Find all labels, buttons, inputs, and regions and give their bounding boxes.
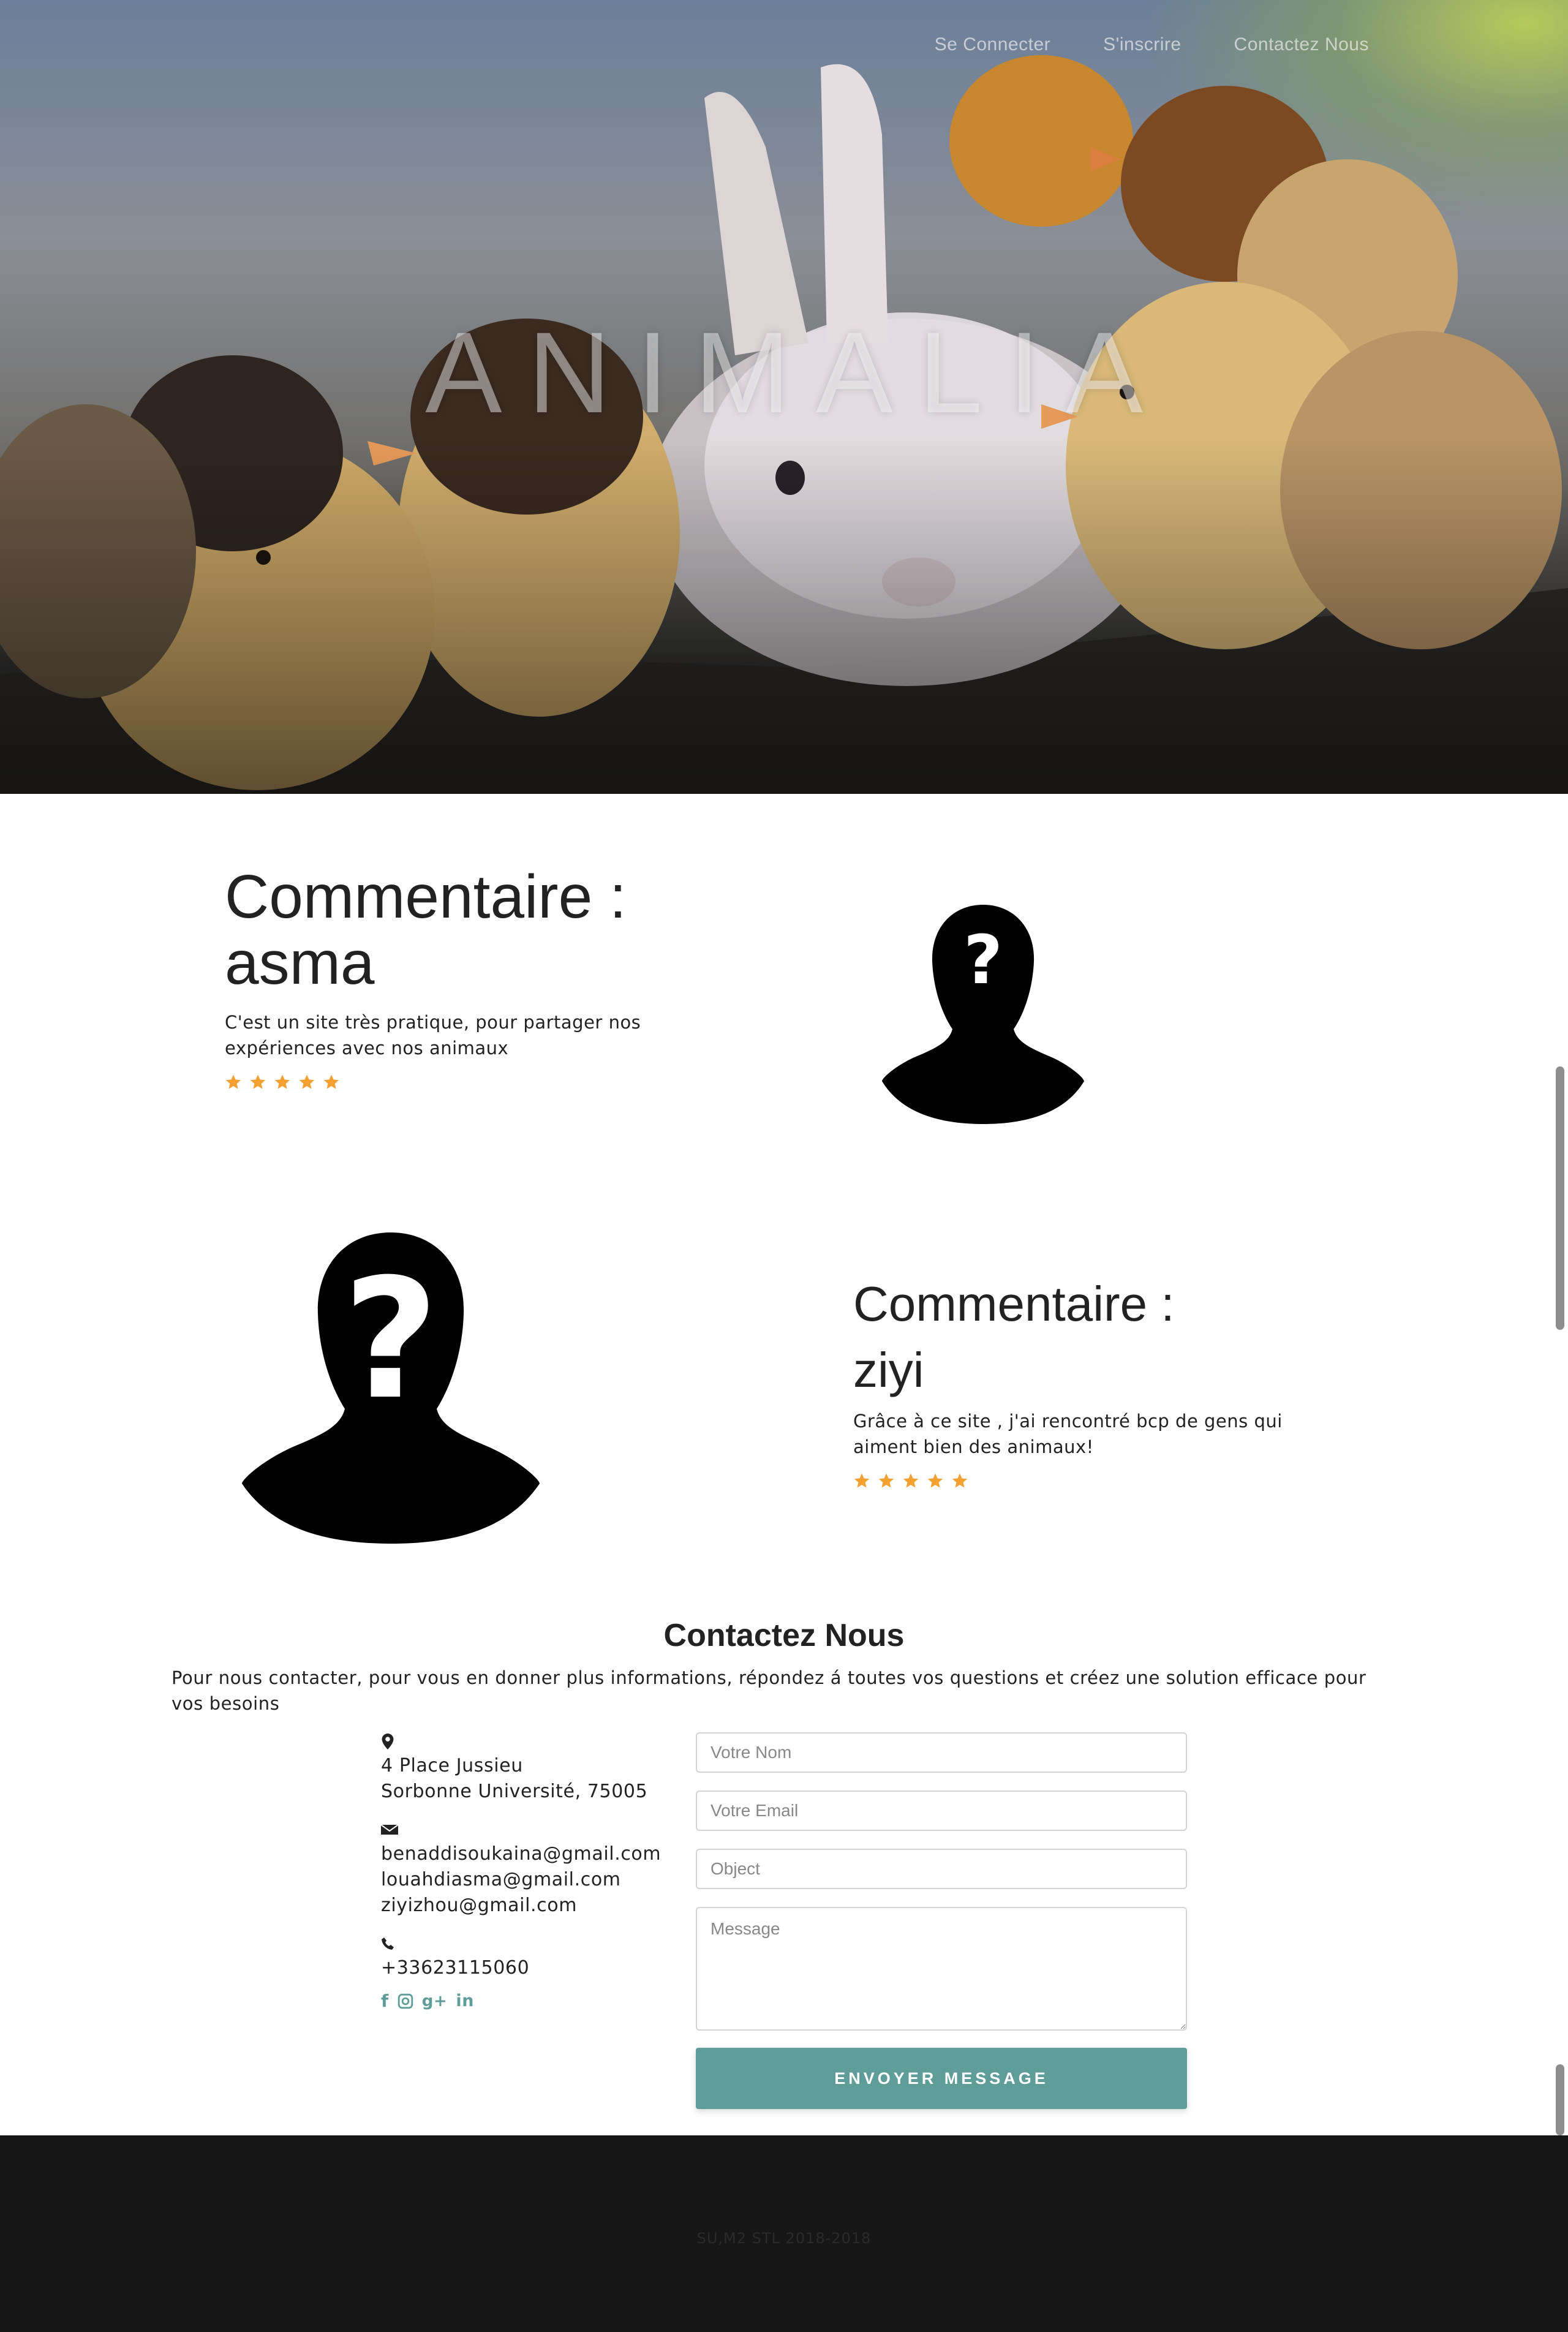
instagram-icon[interactable] xyxy=(398,1993,413,2009)
testimonial-text: C'est un site très pratique, pour partag… xyxy=(225,1012,641,1058)
testimonial-title: Commentaire : xyxy=(853,1277,1175,1331)
address-block: 4 Place Jussieu Sorbonne Université, 750… xyxy=(381,1734,675,1805)
avatar-unknown-user-icon: ? xyxy=(242,1232,540,1544)
star-icon xyxy=(323,1074,339,1089)
email-address[interactable]: ziyizhou@gmail.com xyxy=(381,1893,675,1919)
rating-stars xyxy=(853,1472,1355,1489)
google-plus-icon[interactable]: g+ xyxy=(422,1992,448,2010)
linkedin-icon[interactable]: in xyxy=(456,1992,474,2010)
contact-section-title: Contactez Nous xyxy=(663,1618,905,1653)
star-icon xyxy=(854,1473,870,1488)
star-icon xyxy=(250,1074,266,1089)
nav-contact-link[interactable]: Contactez Nous xyxy=(1234,34,1369,55)
message-textarea[interactable] xyxy=(696,1907,1187,2031)
testimonial-author: ziyi xyxy=(853,1343,924,1397)
scrollbar-thumb[interactable] xyxy=(1556,2064,1564,2135)
email-block: benaddisoukaina@gmail.com louahdiasma@gm… xyxy=(381,1822,675,1919)
email-address[interactable]: benaddisoukaina@gmail.com xyxy=(381,1841,675,1867)
star-icon xyxy=(878,1473,894,1488)
scrollbar-thumb[interactable] xyxy=(1556,1066,1564,1330)
testimonial-author: asma xyxy=(225,929,375,997)
phone-icon xyxy=(382,1938,394,1950)
email-address[interactable]: louahdiasma@gmail.com xyxy=(381,1867,675,1893)
testimonial-heading: Commentaire : ziyi xyxy=(853,1271,1355,1403)
contact-form: ENVOYER MESSAGE xyxy=(696,1732,1187,2109)
address-line-1: 4 Place Jussieu xyxy=(381,1755,523,1776)
footer: SU,M2 STL 2018-2018 xyxy=(0,2135,1568,2332)
avatar-unknown-user-icon: ? xyxy=(882,905,1084,1124)
address-line-2: Sorbonne Université, 75005 xyxy=(381,1781,648,1802)
page-scrollbar[interactable] xyxy=(1553,794,1568,2135)
testimonial-text: Grâce à ce site , j'ai rencontré bcp de … xyxy=(853,1411,1283,1457)
phone-block: +33623115060 xyxy=(381,1936,675,1981)
top-nav: Se Connecter S'inscrire Contactez Nous xyxy=(935,34,1369,55)
footer-copyright: SU,M2 STL 2018-2018 xyxy=(696,2230,872,2247)
send-message-button[interactable]: ENVOYER MESSAGE xyxy=(696,2048,1187,2109)
svg-text:?: ? xyxy=(343,1243,439,1436)
object-input[interactable] xyxy=(696,1849,1187,1889)
testimonial-card-2: Commentaire : ziyi Grâce à ce site , j'a… xyxy=(853,1271,1355,1489)
star-icon xyxy=(952,1473,968,1488)
facebook-icon[interactable]: f xyxy=(381,1992,389,2010)
star-icon xyxy=(274,1074,290,1089)
testimonial-card-1: Commentaire : asma C'est un site très pr… xyxy=(225,864,690,1090)
contact-info: 4 Place Jussieu Sorbonne Université, 750… xyxy=(381,1734,675,2010)
star-icon xyxy=(225,1074,241,1089)
testimonial-title: Commentaire : xyxy=(225,862,627,931)
email-input[interactable] xyxy=(696,1791,1187,1831)
envelope-icon xyxy=(381,1824,398,1835)
star-icon xyxy=(903,1473,919,1488)
phone-number[interactable]: +33623115060 xyxy=(381,1955,675,1981)
hero-title: ANIMALIA xyxy=(425,308,1169,437)
hero-banner: Se Connecter S'inscrire Contactez Nous A… xyxy=(0,0,1568,794)
contact-intro-text: Pour nous contacter, pour vous en donner… xyxy=(172,1667,1366,1714)
nav-signup-link[interactable]: S'inscrire xyxy=(1103,34,1181,55)
name-input[interactable] xyxy=(696,1732,1187,1773)
testimonial-heading: Commentaire : asma xyxy=(225,864,690,996)
rating-stars xyxy=(225,1073,690,1090)
star-icon xyxy=(927,1473,943,1488)
star-icon xyxy=(299,1074,315,1089)
svg-text:?: ? xyxy=(963,921,1003,999)
nav-login-link[interactable]: Se Connecter xyxy=(935,34,1050,55)
social-links: f g+ in xyxy=(381,1992,675,2011)
map-marker-icon xyxy=(382,1734,394,1749)
